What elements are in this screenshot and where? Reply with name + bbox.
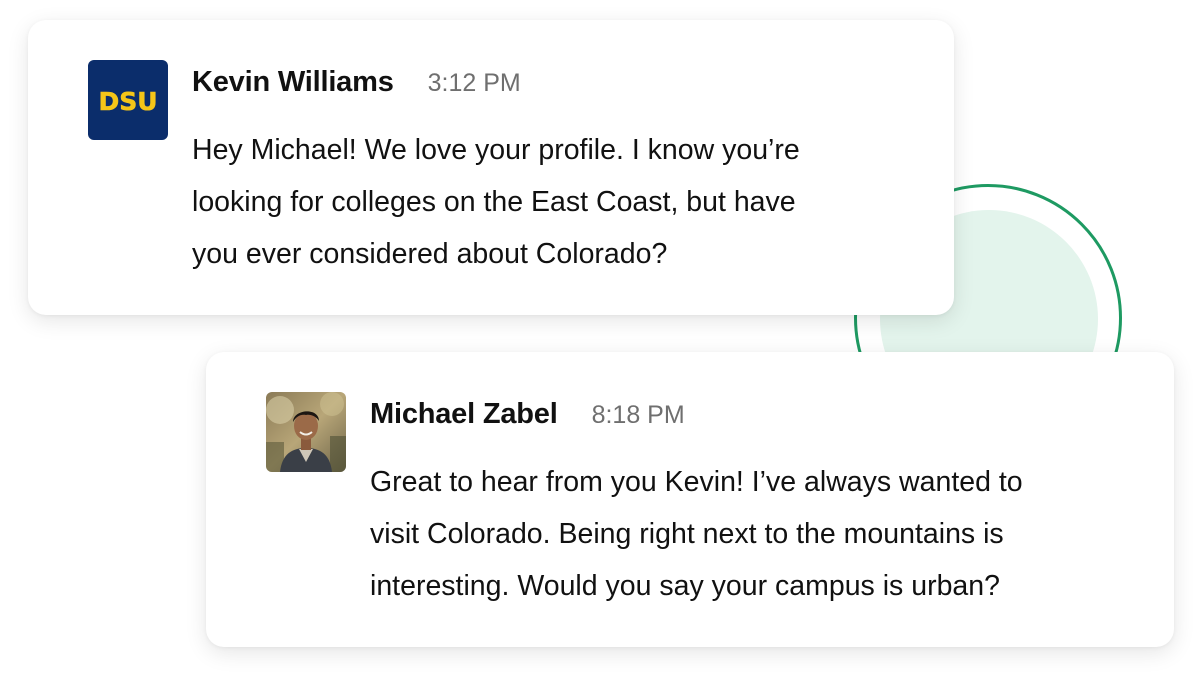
message-time: 8:18 PM	[591, 401, 685, 429]
message-text: Hey Michael! We love your profile. I kno…	[192, 124, 912, 280]
message-line: interesting. Would you say your campus i…	[370, 570, 1000, 602]
dsu-logo-avatar: DSU	[88, 60, 168, 140]
chat-preview: DSU Kevin Williams 3:12 PM Hey Michael! …	[0, 0, 1202, 684]
message-header: Kevin Williams 3:12 PM	[192, 66, 521, 99]
message-line: looking for colleges on the East Coast, …	[192, 186, 796, 218]
dsu-logo-icon: DSU	[98, 87, 158, 117]
sender-name: Michael Zabel	[370, 398, 558, 430]
sender-name: Kevin Williams	[192, 66, 394, 98]
dsu-logo-text: DSU	[98, 87, 157, 116]
message-card-kevin: DSU Kevin Williams 3:12 PM Hey Michael! …	[28, 20, 954, 315]
message-line: Hey Michael! We love your profile. I kno…	[192, 134, 800, 166]
message-text: Great to hear from you Kevin! I’ve alway…	[370, 456, 1130, 612]
avatar	[266, 392, 346, 472]
message-line: visit Colorado. Being right next to the …	[370, 518, 1004, 550]
message-line: Great to hear from you Kevin! I’ve alway…	[370, 466, 1023, 498]
person-photo-icon	[266, 392, 346, 472]
message-header: Michael Zabel 8:18 PM	[370, 398, 685, 431]
message-time: 3:12 PM	[427, 69, 521, 97]
message-line: you ever considered about Colorado?	[192, 238, 668, 270]
message-card-michael: Michael Zabel 8:18 PM Great to hear from…	[206, 352, 1174, 647]
